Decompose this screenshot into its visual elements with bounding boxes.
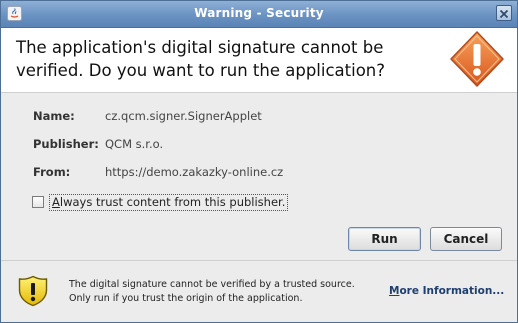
security-warning-dialog: Warning - Security The application's dig… [0, 0, 518, 323]
title-bar[interactable]: Warning - Security [1, 1, 517, 28]
window-title: Warning - Security [194, 6, 324, 20]
label-text: lways trust content from this publisher. [59, 195, 286, 209]
footer-panel: The digital signature cannot be verified… [1, 260, 517, 322]
footer-line-2: Only run if you trust the origin of the … [69, 293, 303, 304]
warning-diamond-icon [450, 31, 504, 87]
link-text: ore Information... [399, 285, 505, 297]
warning-shield-icon [18, 275, 48, 307]
cancel-button[interactable]: Cancel [430, 227, 502, 251]
detail-value: cz.qcm.signer.SignerApplet [105, 109, 262, 123]
mnemonic-letter: M [389, 285, 400, 297]
close-icon [499, 9, 509, 19]
more-information-link[interactable]: More Information... [389, 285, 504, 297]
header-panel: The application's digital signature cann… [1, 28, 517, 93]
footer-line-1: The digital signature cannot be verified… [69, 279, 355, 290]
run-button[interactable]: Run [348, 227, 421, 251]
headline-line-1: The application's digital signature cann… [16, 38, 384, 57]
always-trust-label[interactable]: Always trust content from this publisher… [49, 194, 289, 211]
detail-value: https://demo.zakazky-online.cz [105, 165, 284, 179]
headline: The application's digital signature cann… [16, 36, 436, 82]
mnemonic-letter: A [52, 195, 60, 209]
headline-line-2: verified. Do you want to run the applica… [16, 61, 386, 80]
detail-value: QCM s.r.o. [105, 137, 164, 151]
detail-label: Name: [33, 109, 75, 123]
close-button[interactable] [496, 5, 512, 21]
detail-label: From: [33, 165, 71, 179]
footer-message: The digital signature cannot be verified… [69, 278, 379, 306]
detail-label: Publisher: [33, 137, 99, 151]
always-trust-checkbox[interactable] [32, 196, 44, 208]
